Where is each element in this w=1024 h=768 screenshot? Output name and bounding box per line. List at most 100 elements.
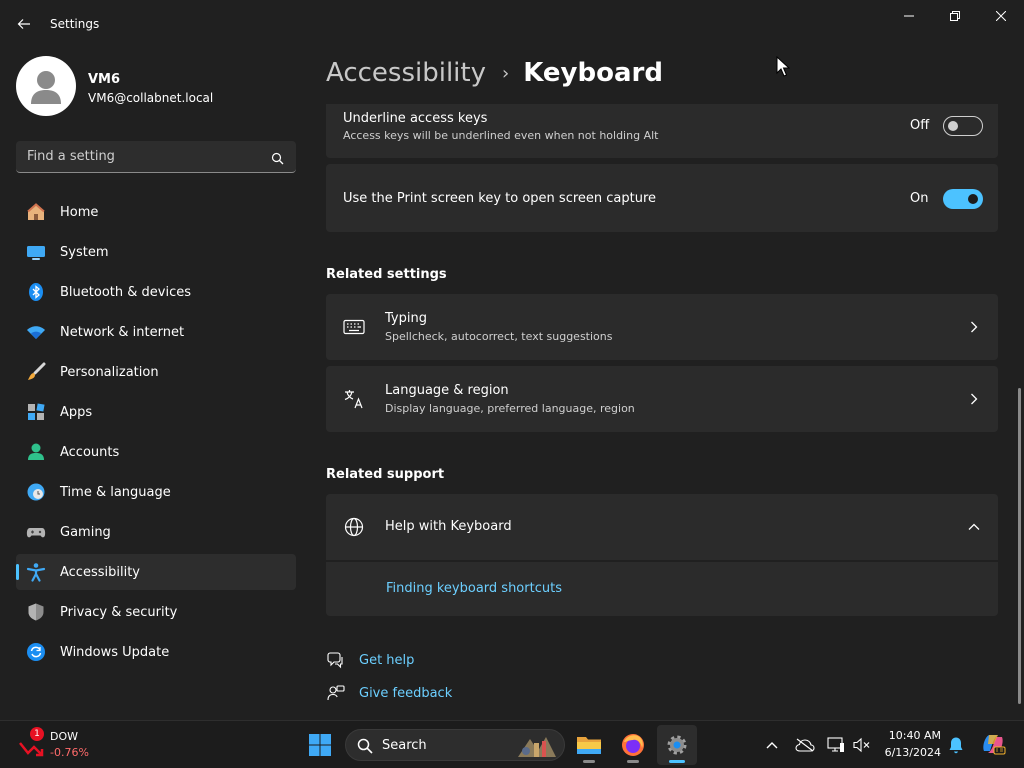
sidebar-nav: Home System Bluetooth & devices Network …: [16, 194, 296, 674]
sidebar-item-label: Gaming: [60, 524, 111, 540]
taskbar-search[interactable]: Search: [345, 729, 565, 761]
search-icon[interactable]: [271, 150, 284, 169]
firefox-icon: [622, 734, 644, 756]
sidebar-item-label: Time & language: [60, 484, 171, 500]
sidebar-item-label: Apps: [60, 404, 93, 420]
related-settings-heading: Related settings: [326, 267, 447, 282]
breadcrumb-parent[interactable]: Accessibility: [326, 58, 486, 88]
sidebar-item-bluetooth[interactable]: Bluetooth & devices: [16, 274, 296, 310]
sidebar-item-label: Personalization: [60, 364, 159, 380]
clock-date[interactable]: 6/13/2024: [883, 746, 941, 759]
setting-description: Access keys will be underlined even when…: [343, 129, 659, 142]
chevron-right-icon: [968, 393, 980, 405]
windows-logo-icon: [309, 734, 331, 756]
related-setting-language-region[interactable]: Language & region Display language, pref…: [326, 366, 998, 432]
sidebar-item-accounts[interactable]: Accounts: [16, 434, 296, 470]
clock-time[interactable]: 10:40 AM: [887, 729, 941, 742]
get-help-row: Get help: [326, 650, 414, 670]
bell-icon: [949, 737, 963, 754]
close-button[interactable]: [978, 4, 1024, 28]
notifications-button[interactable]: [946, 735, 966, 755]
help-with-keyboard-expander[interactable]: Help with Keyboard: [326, 494, 998, 560]
row-title: Typing: [385, 311, 427, 326]
underline-access-keys-toggle[interactable]: [943, 116, 983, 136]
sidebar-item-privacy[interactable]: Privacy & security: [16, 594, 296, 630]
mouse-cursor-icon: [776, 56, 790, 77]
taskbar-settings[interactable]: [657, 725, 697, 765]
language-icon: [343, 388, 365, 410]
clock-globe-icon: [26, 482, 46, 502]
minimize-button[interactable]: [886, 4, 932, 28]
user-placeholder-icon: [31, 71, 61, 104]
search-icon: [357, 738, 373, 754]
brush-icon: [26, 362, 46, 382]
related-support-heading: Related support: [326, 467, 445, 482]
sidebar-item-label: Bluetooth & devices: [60, 284, 191, 300]
toggle-state-label: Off: [910, 118, 930, 133]
taskbar-search-label: Search: [382, 738, 427, 753]
stock-widget[interactable]: 1 DOW -0.76%: [18, 727, 138, 763]
gear-icon: [667, 735, 687, 755]
keyboard-icon: [343, 316, 365, 338]
get-help-link[interactable]: Get help: [359, 653, 414, 668]
app-title: Settings: [50, 17, 100, 31]
sidebar-item-home[interactable]: Home: [16, 194, 296, 230]
copilot-button[interactable]: [980, 731, 1006, 757]
back-arrow-icon: [17, 19, 30, 29]
restore-icon: [950, 11, 960, 21]
toggle-state-label: On: [910, 191, 929, 206]
onedrive-tray-button[interactable]: [795, 735, 815, 755]
bluetooth-icon: [26, 282, 46, 302]
running-indicator: [627, 760, 639, 763]
get-help-icon: [326, 650, 346, 670]
copilot-icon: [983, 735, 1006, 755]
sidebar-item-label: Windows Update: [60, 644, 170, 660]
sidebar-item-network[interactable]: Network & internet: [16, 314, 296, 350]
sidebar-item-time-language[interactable]: Time & language: [16, 474, 296, 510]
sidebar-item-personalization[interactable]: Personalization: [16, 354, 296, 390]
scrollbar-thumb[interactable]: [1018, 388, 1021, 704]
cloud-offline-icon: [795, 738, 815, 752]
finding-keyboard-shortcuts-link[interactable]: Finding keyboard shortcuts: [386, 581, 562, 596]
running-indicator: [583, 760, 595, 763]
chevron-right-icon: [968, 321, 980, 333]
network-tray-button[interactable]: [826, 735, 846, 755]
sidebar-item-accessibility[interactable]: Accessibility: [16, 554, 296, 590]
wifi-icon: [26, 322, 46, 342]
system-icon: [26, 242, 46, 262]
sidebar-item-label: Home: [60, 204, 99, 220]
running-indicator: [669, 760, 685, 763]
sidebar-item-system[interactable]: System: [16, 234, 296, 270]
taskbar-file-explorer[interactable]: [569, 725, 609, 765]
give-feedback-icon: [326, 683, 346, 703]
setting-title: Use the Print screen key to open screen …: [343, 191, 657, 206]
row-title: Language & region: [385, 383, 509, 398]
sidebar-item-label: Accessibility: [60, 564, 140, 580]
related-setting-typing[interactable]: Typing Spellcheck, autocorrect, text sug…: [326, 294, 998, 360]
page-title: Keyboard: [523, 58, 663, 88]
user-name: VM6: [88, 72, 121, 87]
back-button[interactable]: [12, 12, 36, 36]
sidebar-item-windows-update[interactable]: Windows Update: [16, 634, 296, 670]
print-screen-toggle[interactable]: [943, 189, 983, 209]
minimize-icon: [904, 15, 914, 17]
sidebar-item-gaming[interactable]: Gaming: [16, 514, 296, 550]
start-button[interactable]: [300, 725, 340, 765]
stock-name: DOW: [50, 730, 79, 743]
search-highlight-icon: [518, 737, 556, 757]
search-input[interactable]: [16, 141, 266, 172]
sidebar-item-apps[interactable]: Apps: [16, 394, 296, 430]
breadcrumb: Accessibility › Keyboard: [326, 58, 663, 88]
show-hidden-icons-button[interactable]: [762, 735, 782, 755]
sidebar-item-label: Network & internet: [60, 324, 185, 340]
search-box: [16, 141, 296, 173]
stock-change: -0.76%: [50, 746, 89, 759]
update-icon: [26, 642, 46, 662]
taskbar-firefox[interactable]: [613, 725, 653, 765]
give-feedback-link[interactable]: Give feedback: [359, 686, 452, 701]
taskbar: 1 DOW -0.76% Search 10:40 AM 6/13/2024: [0, 720, 1024, 768]
globe-icon: [343, 516, 365, 538]
volume-tray-button[interactable]: [852, 735, 872, 755]
title-bar: Settings: [0, 0, 1024, 48]
restore-button[interactable]: [932, 4, 978, 28]
